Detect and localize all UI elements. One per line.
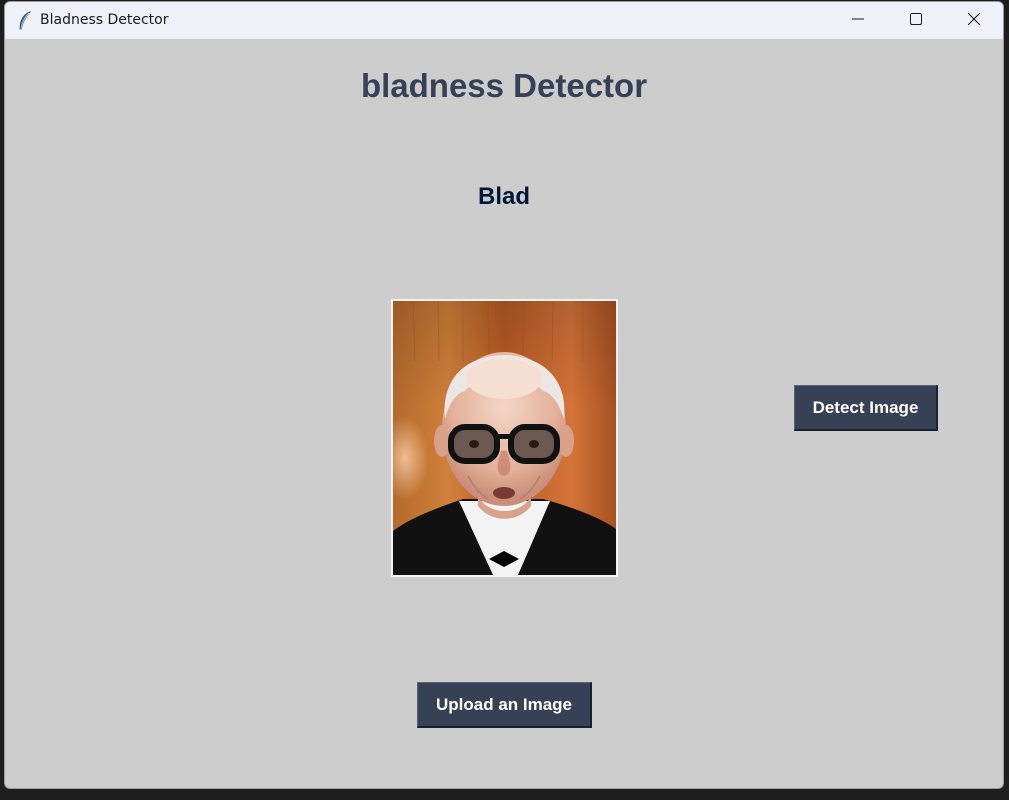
uploaded-image <box>391 299 618 577</box>
window-title: Bladness Detector <box>40 12 169 28</box>
detect-image-button[interactable]: Detect Image <box>794 385 938 431</box>
app-window: Bladness Detector bladness Detector Blad <box>4 1 1004 789</box>
close-icon <box>967 12 981 30</box>
main-content: bladness Detector Blad Detect Image Uplo… <box>5 40 1003 788</box>
maximize-icon <box>910 12 922 30</box>
minimize-button[interactable] <box>829 2 887 40</box>
maximize-button[interactable] <box>887 2 945 40</box>
page-title: bladness Detector <box>360 67 648 104</box>
feather-icon <box>17 11 33 31</box>
upload-image-button[interactable]: Upload an Image <box>417 682 592 728</box>
minimize-icon <box>852 12 864 30</box>
title-bar[interactable]: Bladness Detector <box>5 2 1003 40</box>
result-label: Blad <box>477 183 530 210</box>
close-button[interactable] <box>945 2 1003 40</box>
